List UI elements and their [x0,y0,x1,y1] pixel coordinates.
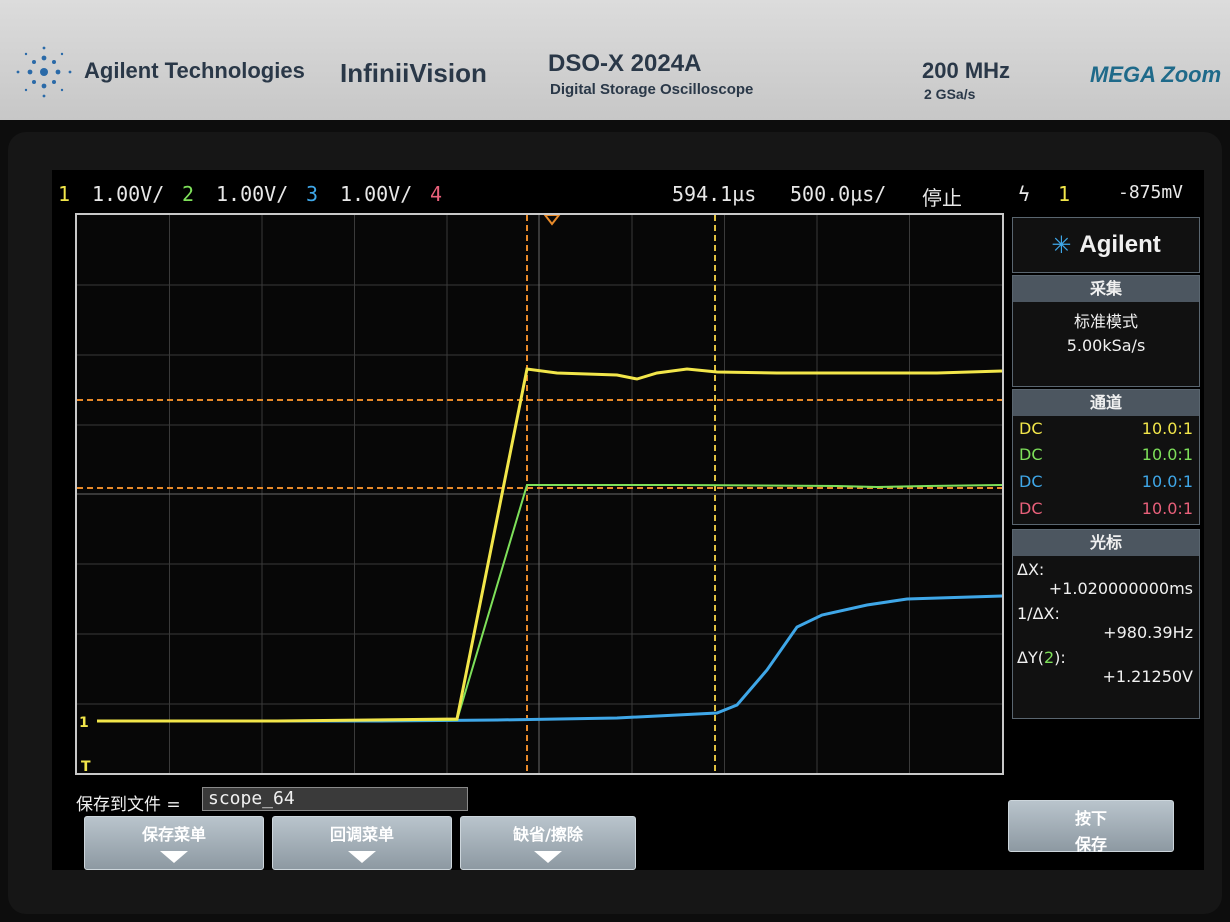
delta-y-suffix: ): [1054,648,1066,667]
agilent-spark-icon: ✳ [1051,231,1072,259]
filename-field[interactable]: scope_64 [202,787,468,811]
delta-y-prefix: ΔY( [1017,648,1044,667]
acquisition-rate: 5.00kSa/s [1066,336,1146,355]
ch3-coupling: DC [1019,472,1043,491]
ch1-probe: 10.0:1 [1141,419,1193,438]
status-bar: 1 1.00V/ 2 1.00V/ 3 1.00V/ 4 594.1µs 500… [52,176,1202,210]
softkey-recall-menu-label: 回调菜单 [329,825,394,844]
product-line: InfiniiVision [340,58,487,88]
lightning-icon: ϟ [1018,182,1031,206]
softkey-default-erase-label: 缺省/擦除 [513,825,583,844]
channels-title: 通道 [1013,390,1199,416]
delta-y-value: +1.21250V [1102,667,1193,686]
save-file-label: 保存到文件 = [76,795,181,815]
ch4-number[interactable]: 4 [430,182,442,206]
sample-rate-label: 2 GSa/s [924,86,976,102]
bandwidth-label: 200 MHz [922,58,1011,83]
ch2-trace [96,484,1002,722]
delta-x-label: ΔX: [1017,560,1045,579]
cursors-title: 光标 [1013,530,1199,556]
model-description: Digital Storage Oscilloscope [550,81,754,98]
trigger-level-marker[interactable]: T [81,759,91,773]
ch1-trace [97,367,1002,723]
ch3-trace [97,594,1002,723]
time-scale[interactable]: 500.0µs/ [790,182,886,206]
softkey-press-save-line1: 按下 [1074,809,1107,828]
time-delay[interactable]: 594.1µs [672,182,756,206]
ch3-number[interactable]: 3 [306,182,318,206]
waveform-display[interactable]: 1 T [75,213,1004,775]
arrow-down-icon [534,851,562,863]
save-file-bar: 保存到文件 = scope_64 [72,786,472,815]
delta-y-channel: 2 [1043,648,1055,667]
ch1-scale[interactable]: 1.00V/ [92,182,164,206]
acquisition-box[interactable]: 采集 标准模式 5.00kSa/s [1012,275,1200,387]
waveform-svg: 1 T [77,215,1002,773]
agilent-logo-box: ✳ Agilent [1012,217,1200,273]
inv-delta-x-label: 1/ΔX: [1017,604,1060,623]
softkey-save-menu-label: 保存菜单 [141,825,206,844]
panel-logo: Agilent [1079,231,1161,258]
info-panel: ✳ Agilent 采集 标准模式 5.00kSa/s 通道 DC 10.0:1… [1008,213,1203,773]
channel-row-3: DC 10.0:1 [1013,472,1199,499]
cursors-box[interactable]: 光标 ΔX: +1.020000000ms 1/ΔX: +980.39Hz ΔY… [1012,529,1200,719]
ch1-ground-marker[interactable]: 1 [79,715,89,731]
trigger-level[interactable]: -875mV [1118,182,1183,203]
ch3-probe: 10.0:1 [1141,472,1193,491]
ch4-coupling: DC [1019,499,1043,518]
softkey-default-erase[interactable]: 缺省/擦除 [460,816,636,870]
model-name: DSO-X 2024A [548,50,702,77]
arrow-down-icon [348,851,376,863]
delta-x-value: +1.020000000ms [1048,579,1193,598]
acquisition-mode: 标准模式 [1073,312,1138,331]
delta-y-label: ΔY(2): [1013,648,1199,667]
front-bezel: Agilent Technologies InfiniiVision DSO-X… [0,0,1230,120]
channel-row-4: DC 10.0:1 [1013,499,1199,525]
run-state: 停止 [922,186,962,210]
softkey-save-menu[interactable]: 保存菜单 [84,816,264,870]
acquisition-title: 采集 [1013,276,1199,302]
ch2-scale[interactable]: 1.00V/ [216,182,288,206]
megazoom-logo: MEGA Zoom [1090,62,1222,87]
agilent-spark-logo [16,46,72,98]
ch3-scale[interactable]: 1.00V/ [340,182,412,206]
ch2-probe: 10.0:1 [1141,445,1193,464]
channel-row-2: DC 10.0:1 [1013,444,1199,472]
softkey-press-save-line2: 保存 [1074,835,1107,854]
ch2-coupling: DC [1019,445,1043,464]
channels-box[interactable]: 通道 DC 10.0:1 DC 10.0:1 DC 10.0:1 DC 10.0… [1012,389,1200,525]
softkey-recall-menu[interactable]: 回调菜单 [272,816,452,870]
brand-name: Agilent Technologies [84,58,305,83]
ch1-number[interactable]: 1 [58,182,70,206]
trigger-source[interactable]: 1 [1058,182,1070,206]
inv-delta-x-value: +980.39Hz [1103,623,1193,642]
trigger-position-marker[interactable] [543,215,561,226]
arrow-down-icon [160,851,188,863]
ch4-probe: 10.0:1 [1141,499,1193,518]
channel-row-1: DC 10.0:1 [1013,416,1199,444]
ch2-number[interactable]: 2 [182,182,194,206]
ch1-coupling: DC [1019,419,1043,438]
graticule-axes [77,215,1002,773]
softkey-press-save[interactable]: 按下 保存 [1008,800,1174,854]
